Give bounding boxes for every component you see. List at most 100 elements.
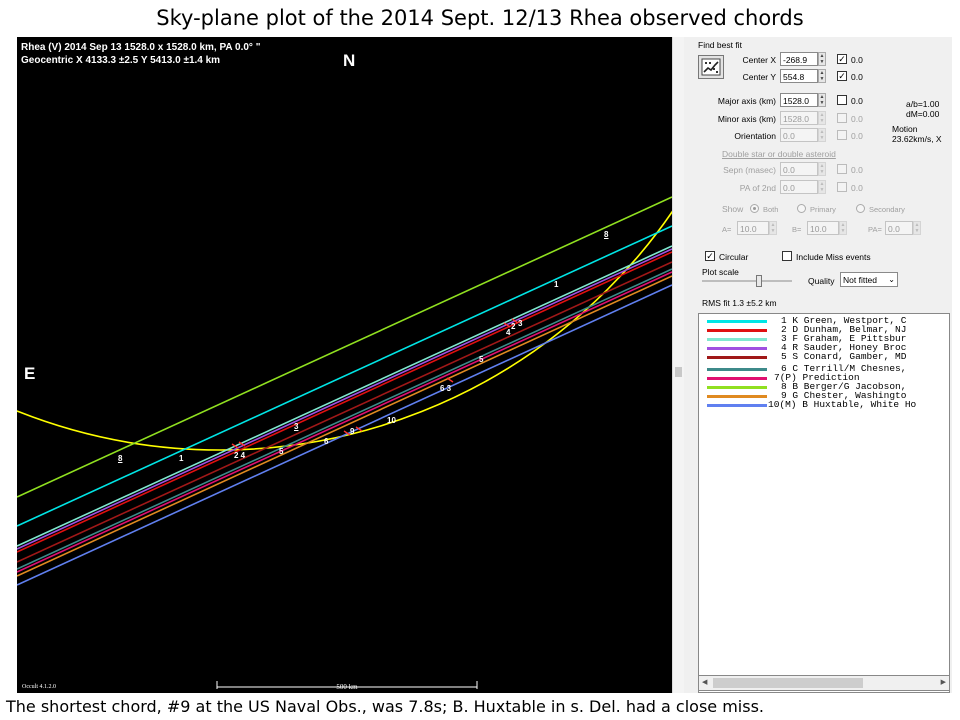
include-miss-label: Include Miss events [796,252,871,262]
north-label: N [343,51,356,70]
chord-label-9-left: 9 [350,427,355,436]
circular-checkbox[interactable]: ✓ [705,251,715,261]
quality-select[interactable]: Not fitted ⌄ [840,272,898,287]
chord-label-8-right: 8 [604,230,609,239]
motion-label: Motion [892,124,918,134]
observer-list-hscrollbar[interactable]: ◀ ▶ [698,675,950,691]
scroll-left-icon[interactable]: ◀ [702,678,707,686]
center-y-spinner[interactable]: ▲ ▼ [818,69,826,83]
b-input[interactable]: 10.0 [807,221,839,235]
pa-2nd-spinner[interactable]: ▲ ▼ [818,180,826,194]
center-x-check-label: 0.0 [851,55,863,65]
list-item[interactable]: 5 S Conard, Gamber, MD [699,351,947,362]
center-y-checkbox[interactable]: ✓ [837,71,847,81]
chord-line-4 [17,248,672,550]
motion-value: 23.62km/s, X [892,134,942,144]
center-x-spinner[interactable]: ▲ ▼ [818,52,826,66]
chord-label-6-left: 6 [324,437,329,446]
show-secondary-radio[interactable] [856,204,865,213]
list-item[interactable]: 10(M) B Huxtable, White Ho [699,400,947,410]
scroll-right-icon[interactable]: ▶ [941,678,946,686]
chord-label-1-right: 1 [554,280,559,289]
slide-title: Sky-plane plot of the 2014 Sept. 12/13 R… [156,6,804,30]
line-swatch [707,404,767,407]
plot-header-line2: Geocentric X 4133.3 ±2.5 Y 5413.0 ±1.4 k… [21,55,221,66]
chord-label-4-right: 4 [506,328,511,337]
double-star-link[interactable]: Double star or double asteroid [722,149,836,159]
center-x-label: Center X [742,55,776,65]
minor-axis-check-label: 0.0 [851,114,863,124]
a-label: A= [722,225,732,234]
minor-axis-checkbox[interactable] [837,113,847,123]
line-swatch [707,347,767,350]
plot-header-line1: Rhea (V) 2014 Sep 13 1528.0 x 1528.0 km,… [21,42,261,53]
show-both-label: Both [763,205,779,214]
minor-axis-spinner[interactable]: ▲ ▼ [818,111,826,125]
orientation-input[interactable]: 0.0 [780,128,818,142]
b-spinner[interactable]: ▲ ▼ [839,221,847,235]
a-spinner[interactable]: ▲ ▼ [769,221,777,235]
quality-label: Quality [808,276,835,286]
east-label: E [24,364,36,383]
major-axis-input[interactable]: 1528.0 [780,93,818,107]
minor-axis-input[interactable]: 1528.0 [780,111,818,125]
center-x-checkbox[interactable]: ✓ [837,54,847,64]
show-primary-radio[interactable] [797,204,806,213]
scale-bar-label: 500 km [336,683,358,691]
circular-label: Circular [719,252,749,262]
center-x-input[interactable]: -268.9 [780,52,818,66]
show-primary-label: Primary [810,205,836,214]
fit-control-panel: Find best fit Center X -268.9 ▲ ▼ ✓ 0.0 C… [684,37,952,693]
sepn-label: Sepn (masec) [723,165,776,175]
line-swatch [707,377,767,380]
chord-line-3 [17,245,672,547]
chord-label-10: 10 [387,416,396,425]
orientation-label: Orientation [734,131,776,141]
chord-label-2-right: 2 [511,322,516,331]
plot-scale-label: Plot scale [702,267,739,277]
find-best-fit-button[interactable] [698,55,724,79]
include-miss-checkbox[interactable] [782,251,792,261]
chord-label-24-left: 2 4 [234,451,246,460]
center-y-check-label: 0.0 [851,72,863,82]
orientation-checkbox[interactable] [837,130,847,140]
splitter-grip[interactable] [675,367,682,377]
major-axis-label: Major axis (km) [717,96,776,106]
major-axis-checkbox[interactable] [837,95,847,105]
pa-input[interactable]: 0.0 [885,221,913,235]
slide-caption: The shortest chord, #9 at the US Naval O… [6,697,764,716]
sepn-check-label: 0.0 [851,165,863,175]
grid-fit-icon [701,58,721,76]
pa-2nd-input[interactable]: 0.0 [780,180,818,194]
minor-axis-label: Minor axis (km) [717,114,776,124]
major-axis-spinner[interactable]: ▲ ▼ [818,93,826,107]
chord-label-3-left: 3 [294,422,299,431]
show-label: Show [722,204,744,214]
orientation-spinner[interactable]: ▲ ▼ [818,128,826,142]
pa-2nd-checkbox[interactable] [837,182,847,192]
version-label: Occult 4.1.2.0 [22,684,56,690]
chord-label-5-left: 5 [279,447,284,456]
scroll-thumb[interactable] [713,678,863,688]
center-y-input[interactable]: 554.8 [780,69,818,83]
observer-entry: 5 S Conard, Gamber, MD [781,351,907,362]
observer-list[interactable]: 1 K Green, Westport, C 2 D Dunham, Belma… [698,313,950,693]
quality-select-value: Not fitted [843,275,878,285]
pa-2nd-check-label: 0.0 [851,183,863,193]
chord-line-prediction [17,271,672,573]
sepn-checkbox[interactable] [837,164,847,174]
plot-scale-track[interactable] [702,280,792,282]
a-input[interactable]: 10.0 [737,221,769,235]
chord-line-10 [17,284,672,586]
sepn-input[interactable]: 0.0 [780,162,818,176]
chord-line-5 [17,261,672,563]
sepn-spinner[interactable]: ▲ ▼ [818,162,826,176]
show-both-radio[interactable] [750,204,759,213]
line-swatch [707,368,767,371]
pa-2nd-label: PA of 2nd [739,183,776,193]
pa-spinner[interactable]: ▲ ▼ [913,221,921,235]
line-swatch [707,320,767,323]
plot-scale-slider[interactable] [756,275,762,287]
sky-plane-plot: Rhea (V) 2014 Sep 13 1528.0 x 1528.0 km,… [17,37,672,693]
find-best-fit-label: Find best fit [698,40,742,50]
